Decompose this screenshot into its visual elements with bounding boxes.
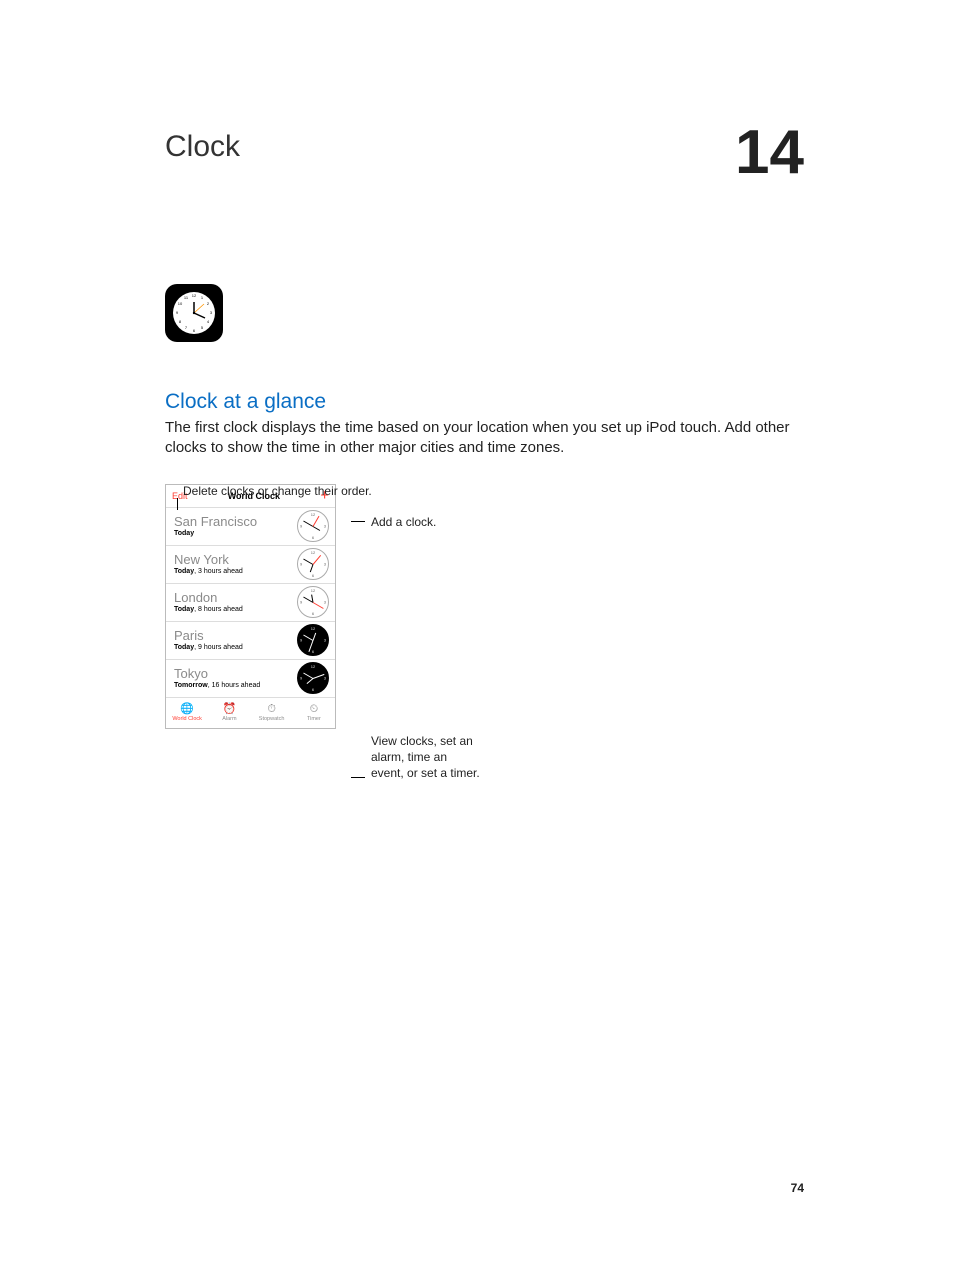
chapter-number: 14 <box>735 122 804 184</box>
analog-clock-icon: 12369 <box>297 510 329 542</box>
city-offset: Today, 9 hours ahead <box>174 644 243 651</box>
clock-row[interactable]: San FranciscoToday 12369 <box>166 507 335 545</box>
city-name: Paris <box>174 629 243 643</box>
stopwatch-icon: ⏱ <box>267 704 276 715</box>
clock-row[interactable]: TokyoTomorrow, 16 hours ahead 12369 <box>166 659 335 697</box>
clock-row[interactable]: ParisToday, 9 hours ahead 12369 <box>166 621 335 659</box>
tab-timer[interactable]: ⏲Timer <box>293 698 335 728</box>
section-body: The first clock displays the time based … <box>165 418 795 459</box>
svg-text:10: 10 <box>178 301 183 306</box>
analog-clock-icon: 12369 <box>297 586 329 618</box>
timer-icon: ⏲ <box>310 704 319 715</box>
world-clock-screen: Edit World Clock + San FranciscoToday123… <box>165 484 336 729</box>
city-offset: Today, 3 hours ahead <box>174 568 243 575</box>
figure: Delete clocks or change their order. Add… <box>165 484 804 729</box>
analog-clock-icon: 12369 <box>297 624 329 656</box>
chapter-title: Clock <box>165 130 240 164</box>
chapter-header: Clock 14 <box>165 130 804 184</box>
callout-tabs-text: View clocks, set an alarm, time an event… <box>371 733 481 782</box>
alarm-icon: ⏰ <box>223 704 237 715</box>
tab-bar: 🌐World Clock⏰Alarm⏱Stopwatch⏲Timer <box>166 697 335 728</box>
analog-clock-icon: 12369 <box>297 548 329 580</box>
analog-clock-icon: 12369 <box>297 662 329 694</box>
city-offset: Today <box>174 530 257 537</box>
city-offset: Today, 8 hours ahead <box>174 606 243 613</box>
tab-stopwatch[interactable]: ⏱Stopwatch <box>251 698 293 728</box>
tab-label: World Clock <box>172 716 202 722</box>
city-name: London <box>174 591 243 605</box>
page-number: 74 <box>791 1181 804 1195</box>
city-name: Tokyo <box>174 667 260 681</box>
tab-label: Stopwatch <box>259 716 285 722</box>
callout-add-text: Add a clock. <box>371 515 436 529</box>
city-name: New York <box>174 553 243 567</box>
city-name: San Francisco <box>174 515 257 529</box>
callout-edit-text: Delete clocks or change their order. <box>183 484 372 498</box>
tab-label: Alarm <box>222 716 236 722</box>
tab-world-clock[interactable]: 🌐World Clock <box>166 698 208 728</box>
clock-row[interactable]: LondonToday, 8 hours ahead 12369 <box>166 583 335 621</box>
callout-tabs: View clocks, set an alarm, time an event… <box>351 733 481 782</box>
callout-add: Add a clock. <box>351 515 436 529</box>
tab-alarm[interactable]: ⏰Alarm <box>208 698 250 728</box>
svg-text:12: 12 <box>192 293 197 298</box>
clock-app-icon: 1212 345 678 91011 <box>165 284 223 342</box>
city-offset: Tomorrow, 16 hours ahead <box>174 682 260 689</box>
callout-edit: Delete clocks or change their order. <box>183 484 372 498</box>
tab-label: Timer <box>307 716 321 722</box>
globe-icon: 🌐 <box>180 704 194 715</box>
clock-row[interactable]: New YorkToday, 3 hours ahead 12369 <box>166 545 335 583</box>
section-subhead: Clock at a glance <box>165 390 804 414</box>
